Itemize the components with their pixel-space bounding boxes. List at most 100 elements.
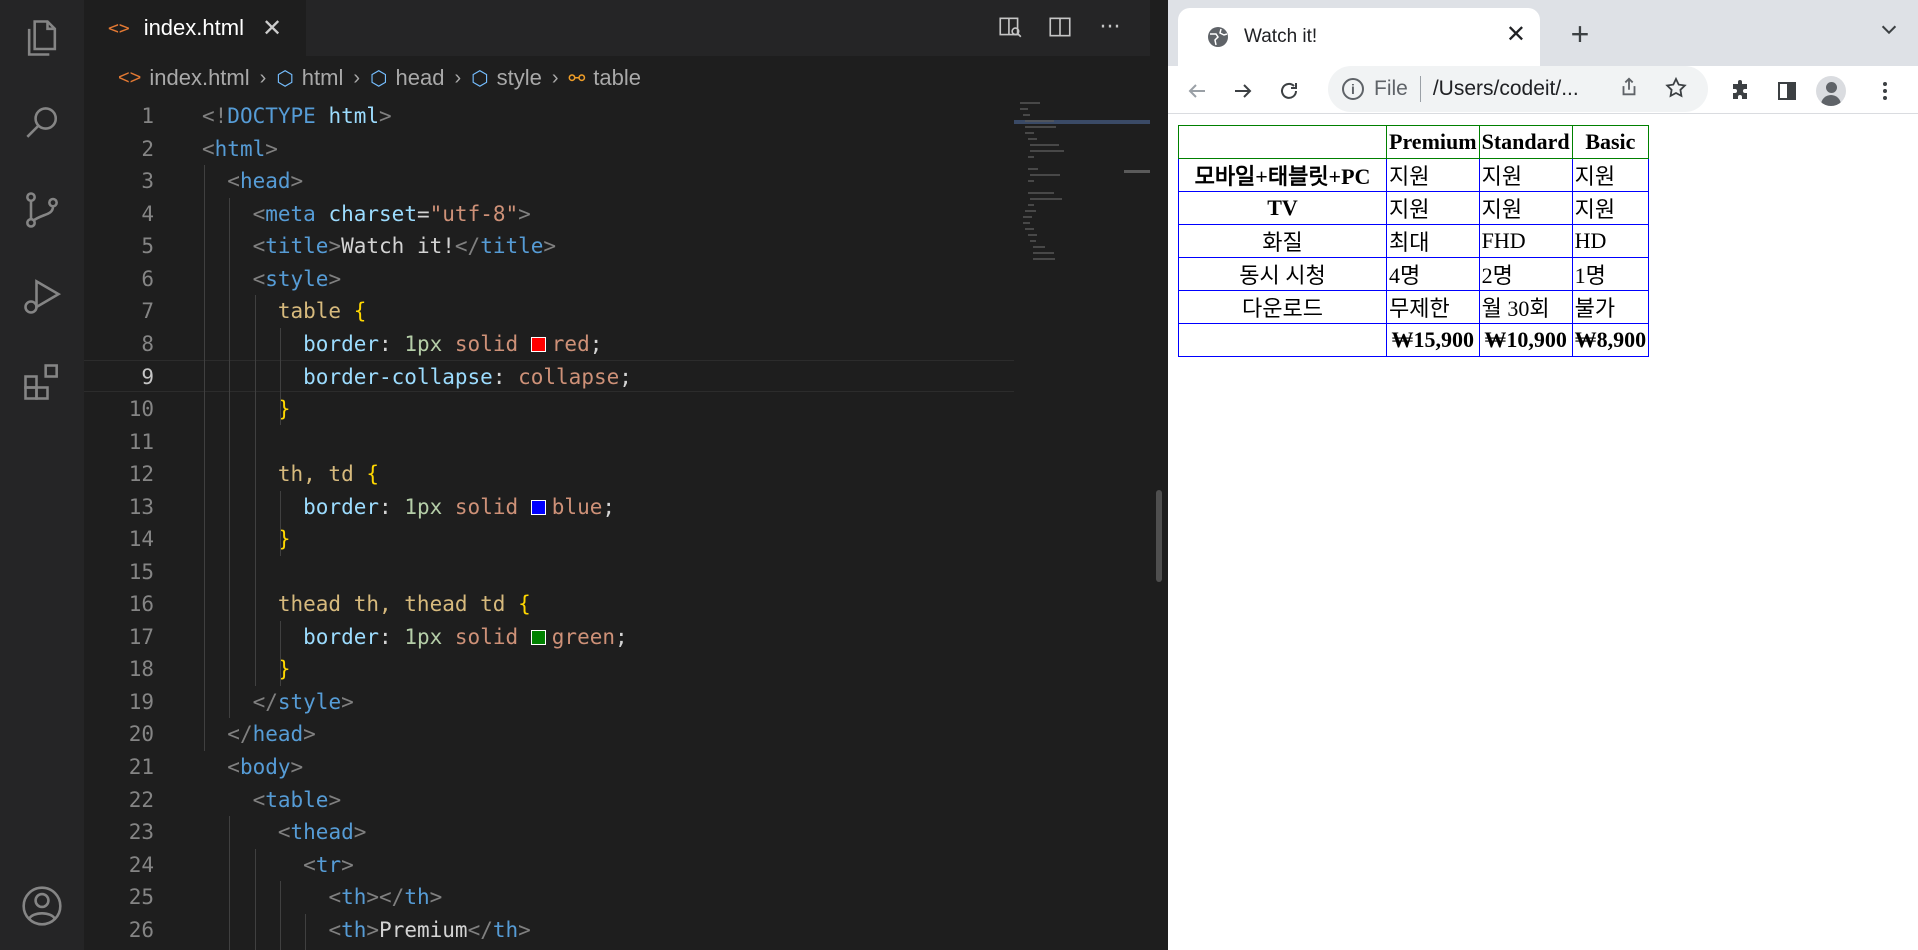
code-token: tr [315, 852, 342, 877]
code-line[interactable]: 21 <body> [84, 751, 1014, 783]
forward-icon[interactable] [1226, 74, 1260, 108]
open-preview-icon[interactable] [994, 10, 1026, 44]
color-swatch[interactable] [530, 629, 546, 645]
side-panel-icon[interactable] [1770, 74, 1804, 108]
code-line[interactable]: 14 } [84, 523, 1014, 555]
code-editor[interactable]: 1 <!DOCTYPE html> 2 <html> 3 <head> 4 <meta c… [84, 100, 1014, 950]
extensions-puzzle-icon[interactable] [1724, 74, 1758, 108]
code-token: ></ [366, 885, 405, 910]
code-token: > [303, 722, 316, 747]
line-number: 19 [128, 689, 154, 714]
menu-kebab-icon[interactable] [1868, 74, 1902, 108]
code-token: thead [290, 820, 354, 845]
new-tab-button[interactable]: + [1560, 14, 1600, 54]
breadcrumb-item[interactable]: ⬡ head [370, 65, 444, 91]
code-line[interactable]: 17 border: 1px solid green; [84, 621, 1014, 653]
code-line[interactable]: 6 <style> [84, 263, 1014, 295]
code-line[interactable]: 25 <th></th> [84, 881, 1014, 913]
code-line[interactable]: 16 thead th, thead td { [84, 588, 1014, 620]
code-line[interactable]: 19 </style> [84, 686, 1014, 718]
address-bar[interactable]: i File /Users/codeit/... [1328, 66, 1708, 112]
code-token: head [239, 169, 291, 194]
minimap-line [1027, 180, 1034, 182]
close-tab-icon[interactable]: ✕ [1506, 20, 1526, 49]
table-cell: 무제한 [1386, 290, 1480, 324]
table-cell: 지원 [1571, 158, 1650, 192]
code-text: <meta charset="utf-8"> [202, 198, 531, 230]
code-line[interactable]: 23 <thead> [84, 816, 1014, 848]
breadcrumb-item[interactable]: ⬡ style [471, 65, 542, 91]
page-content: Premium Standard Basic 모바일+태블릿+PC 지원 지원 지원 TV 지원… [1178, 125, 1650, 357]
table-header-cell: Premium [1386, 125, 1480, 159]
code-line[interactable]: 18 } [84, 653, 1014, 685]
code-token: > [518, 201, 531, 226]
code-line[interactable]: 10 } [84, 393, 1014, 425]
code-line[interactable]: 15 [84, 556, 1014, 588]
profile-avatar[interactable] [1816, 76, 1846, 106]
line-number: 9 [141, 365, 154, 390]
share-icon[interactable] [1618, 76, 1640, 104]
code-line[interactable]: 9 border-collapse: collapse; [84, 360, 1014, 393]
code-line[interactable]: 27 <th>Standard</th> [84, 946, 1014, 950]
code-token: Premium [379, 917, 468, 942]
table-cell: FHD [1478, 224, 1573, 258]
minimap-line [1025, 228, 1035, 230]
code-line[interactable]: 8 border: 1px solid red; [84, 328, 1014, 360]
code-token: < [202, 136, 215, 161]
breadcrumb-item[interactable]: ⚯ table [569, 65, 641, 91]
code-token: { [353, 299, 367, 324]
code-token: th [492, 917, 519, 942]
code-line[interactable]: 5 <title>Watch it!</title> [84, 230, 1014, 262]
code-line[interactable]: 1 <!DOCTYPE html> [84, 100, 1014, 132]
color-swatch[interactable] [530, 499, 546, 515]
code-line[interactable]: 11 [84, 426, 1014, 458]
code-line[interactable]: 7 table { [84, 295, 1014, 327]
code-line[interactable]: 4 <meta charset="utf-8"> [84, 198, 1014, 230]
table-header-cell [1178, 125, 1387, 159]
code-line[interactable]: 26 <th>Premium</th> [84, 914, 1014, 946]
browser-tab[interactable]: Watch it! ✕ [1178, 8, 1540, 66]
account-icon[interactable] [18, 882, 66, 930]
breadcrumb-item[interactable]: <> index.html [118, 65, 250, 91]
back-icon[interactable] [1180, 74, 1214, 108]
minimap[interactable] [1014, 100, 1150, 950]
code-token: title [265, 234, 329, 259]
line-number: 14 [128, 527, 154, 552]
breadcrumb-item[interactable]: ⬡ html [276, 65, 343, 91]
code-line[interactable]: 20 </head> [84, 718, 1014, 750]
editor-scrollbar[interactable] [1156, 490, 1162, 582]
split-editor-icon[interactable] [1044, 10, 1076, 44]
code-token: <! [202, 104, 228, 128]
editor-group: <> index.html ✕ ··· <> index.html › ⬡ html › ⬡… [84, 0, 1150, 950]
close-icon[interactable]: ✕ [262, 14, 282, 42]
tab-search-icon[interactable] [1878, 18, 1900, 46]
extensions-icon[interactable] [18, 358, 66, 406]
url-text[interactable]: /Users/codeit/... [1433, 77, 1579, 101]
code-line[interactable]: 12 th, td { [84, 458, 1014, 490]
code-line[interactable]: 24 <tr> [84, 849, 1014, 881]
code-token: style [277, 689, 342, 714]
code-line[interactable]: 3 <head> [84, 165, 1014, 197]
explorer-icon[interactable] [18, 14, 66, 62]
source-control-icon[interactable] [18, 186, 66, 234]
code-line[interactable]: 13 border: 1px solid blue; [84, 491, 1014, 523]
reload-icon[interactable] [1272, 74, 1306, 108]
code-token: 1px [404, 331, 443, 356]
code-token: th, td [277, 462, 354, 487]
minimap-line [1033, 258, 1056, 260]
indent-guide [279, 327, 281, 426]
color-swatch[interactable] [530, 336, 546, 352]
info-icon[interactable]: i [1342, 78, 1364, 100]
tab-index-html[interactable]: <> index.html ✕ [84, 0, 306, 56]
search-icon[interactable] [18, 100, 66, 148]
code-line[interactable]: 22 <table> [84, 784, 1014, 816]
run-debug-icon[interactable] [18, 272, 66, 320]
scheme-label: File [1374, 77, 1408, 100]
code-line[interactable]: 2 <html> [84, 133, 1014, 165]
split-divider[interactable] [1150, 0, 1168, 950]
bookmark-star-icon[interactable] [1664, 76, 1688, 106]
more-actions-icon[interactable]: ··· [1094, 10, 1126, 44]
